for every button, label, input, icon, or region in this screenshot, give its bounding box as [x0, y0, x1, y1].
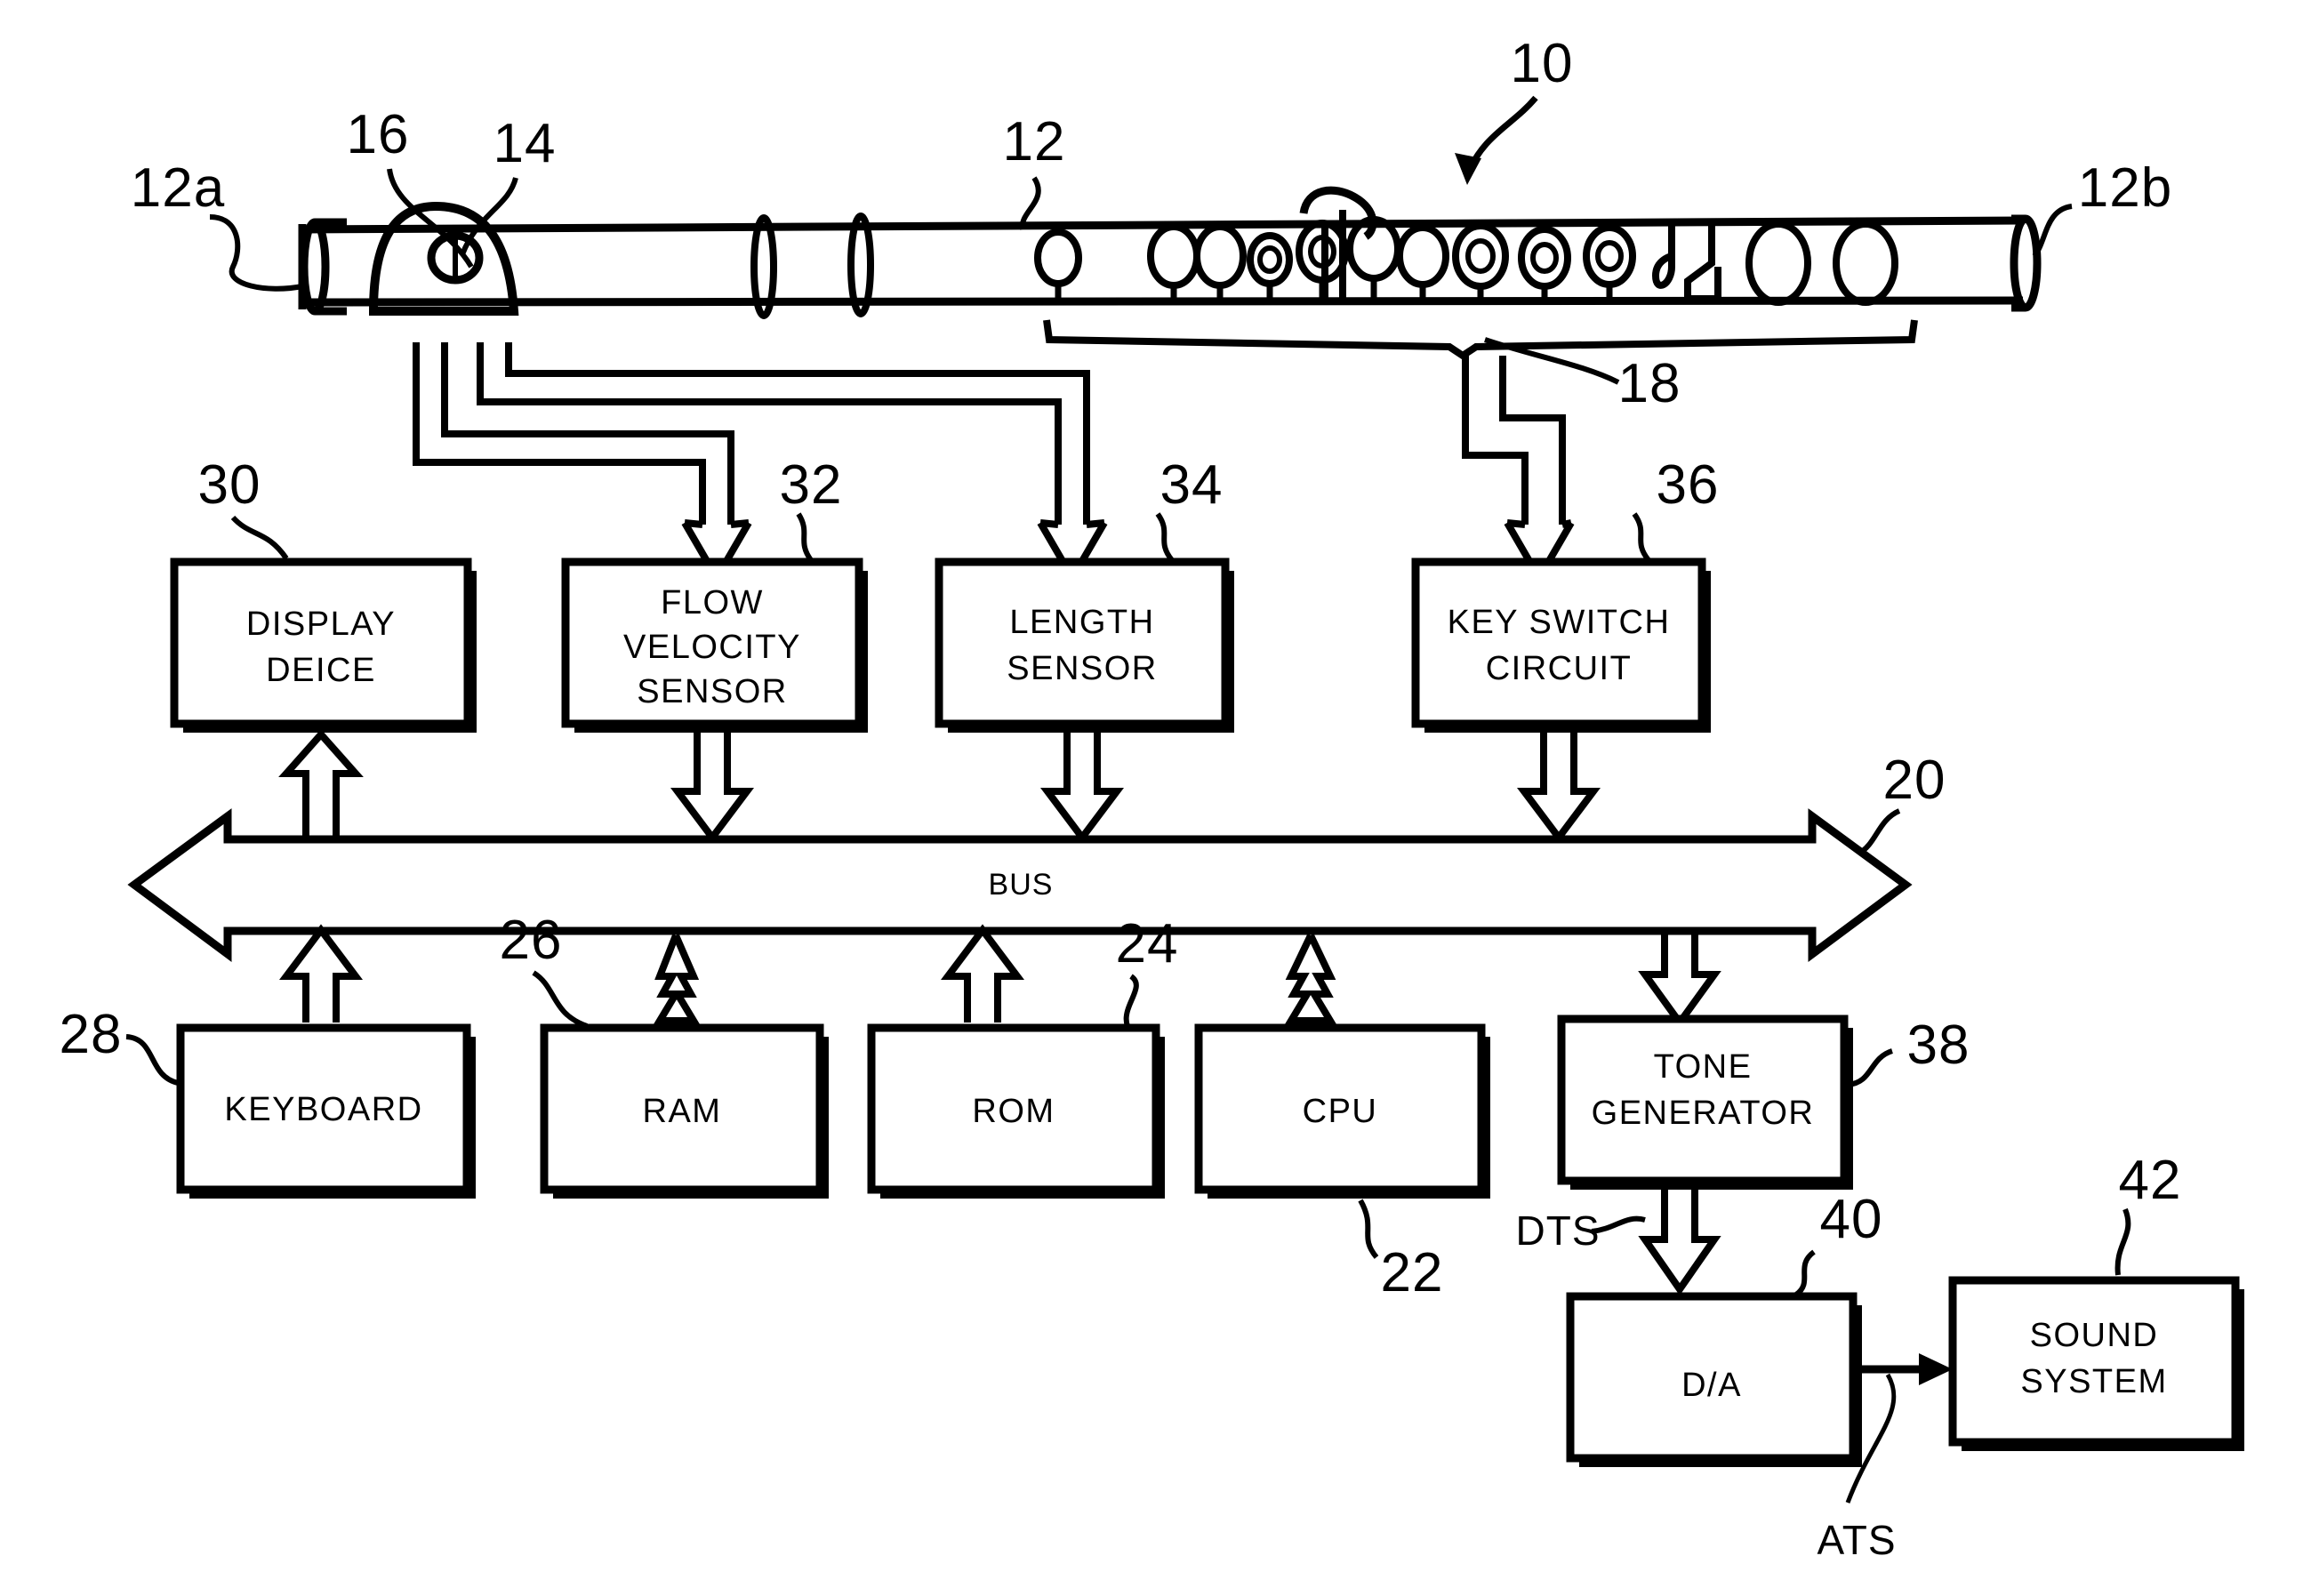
- block-length-sensor[interactable]: LENGTH SENSOR: [935, 557, 1234, 733]
- block-flow-line-3: SENSOR: [637, 673, 787, 710]
- block-da-converter[interactable]: D/A: [1566, 1292, 1862, 1467]
- block-keyboard-label: KEYBOARD: [224, 1091, 422, 1128]
- ref-42: 42: [2119, 1150, 2182, 1211]
- block-display-line-2: DEICE: [266, 652, 376, 689]
- block-sound-line-1: SOUND: [2030, 1317, 2159, 1354]
- block-flow-line-1: FLOW: [661, 584, 764, 622]
- ref-12b: 12b: [2078, 157, 2172, 219]
- block-ram-label: RAM: [643, 1093, 722, 1130]
- mouthpiece-lip-plate: [368, 201, 519, 316]
- arrow-keyboard-to-bus: [279, 924, 363, 1023]
- ref-14: 14: [494, 113, 557, 174]
- block-cpu-label: CPU: [1303, 1093, 1378, 1130]
- signal-dts-label: DTS: [1516, 1207, 1601, 1254]
- ref-24: 24: [1116, 913, 1179, 974]
- figure-svg: 12a 12 12b 10 16 14 18 DISPLAY DEICE 30 …: [60, 33, 2244, 1563]
- ref-32: 32: [780, 454, 843, 516]
- block-length-line-2: SENSOR: [1007, 650, 1157, 687]
- ref-16: 16: [347, 104, 410, 165]
- ref-10: 10: [1511, 33, 1574, 94]
- block-da-label: D/A: [1681, 1367, 1742, 1404]
- flute-keys: [1034, 186, 1898, 306]
- key-section-brace: [1043, 319, 1918, 360]
- ref-22: 22: [1381, 1242, 1444, 1303]
- block-tonegen-line-1: TONE: [1654, 1048, 1753, 1086]
- signal-ats-label: ATS: [1817, 1517, 1896, 1563]
- arrow-length-to-bus: [1040, 733, 1124, 844]
- block-flow-velocity-sensor[interactable]: FLOW VELOCITY SENSOR: [561, 557, 868, 733]
- arrow-bus-cpu-bidirectional: [1284, 934, 1337, 1024]
- bus-label: BUS: [989, 868, 1054, 902]
- ref-34: 34: [1160, 454, 1224, 516]
- block-keyswitch-line-1: KEY SWITCH: [1448, 604, 1671, 641]
- dts-connection: DTS: [1516, 1183, 1721, 1295]
- arrow-keyswitch-to-bus: [1517, 733, 1601, 844]
- arrow-flow-to-bus: [670, 733, 754, 844]
- ref-12: 12: [1003, 111, 1066, 172]
- sensor-row-blocks: DISPLAY DEICE 30 FLOW VELOCITY SENSOR 32…: [170, 454, 1720, 733]
- ref-26: 26: [500, 910, 563, 971]
- row1-to-bus-arrows: [278, 728, 1601, 844]
- block-keyboard[interactable]: KEYBOARD: [176, 1023, 476, 1199]
- sensor-connector-paths: [413, 342, 1575, 585]
- block-rom[interactable]: ROM: [867, 1023, 1165, 1199]
- arrow-bus-to-tonegen: [1638, 932, 1721, 1029]
- ref-20: 20: [1883, 750, 1946, 811]
- block-sound-system[interactable]: SOUND SYSTEM: [1948, 1276, 2244, 1451]
- system-bus: BUS 20: [127, 750, 1946, 962]
- ref-36: 36: [1657, 454, 1720, 516]
- arrow-bus-ram-bidirectional: [653, 934, 701, 1024]
- ref-30: 30: [198, 454, 261, 516]
- block-tonegen-line-2: GENERATOR: [1592, 1095, 1815, 1132]
- block-flow-line-2: VELOCITY: [623, 629, 801, 666]
- block-display-device[interactable]: DISPLAY DEICE: [170, 557, 477, 733]
- block-cpu[interactable]: CPU: [1194, 1023, 1490, 1199]
- block-rom-label: ROM: [972, 1093, 1055, 1130]
- flute-assembly: 12a 12 12b 10 16 14 18: [131, 33, 2172, 414]
- arrow-bus-to-display: [278, 728, 364, 836]
- ref-12a: 12a: [131, 157, 225, 219]
- block-sound-line-2: SYSTEM: [2020, 1363, 2167, 1400]
- block-ram[interactable]: RAM: [540, 1023, 829, 1199]
- ref-38: 38: [1907, 1015, 1970, 1076]
- block-display-line-1: DISPLAY: [246, 606, 396, 643]
- block-length-line-1: LENGTH: [1009, 604, 1154, 641]
- block-tone-generator[interactable]: TONE GENERATOR: [1557, 1015, 1853, 1190]
- ref-40: 40: [1820, 1189, 1883, 1250]
- ref-28: 28: [60, 1004, 123, 1065]
- block-key-switch-circuit[interactable]: KEY SWITCH CIRCUIT: [1411, 557, 1711, 733]
- patent-figure-canvas: 12a 12 12b 10 16 14 18 DISPLAY DEICE 30 …: [0, 0, 2303, 1596]
- block-keyswitch-line-2: CIRCUIT: [1486, 650, 1633, 687]
- ref-18: 18: [1618, 353, 1681, 414]
- arrow-rom-to-bus: [941, 924, 1024, 1023]
